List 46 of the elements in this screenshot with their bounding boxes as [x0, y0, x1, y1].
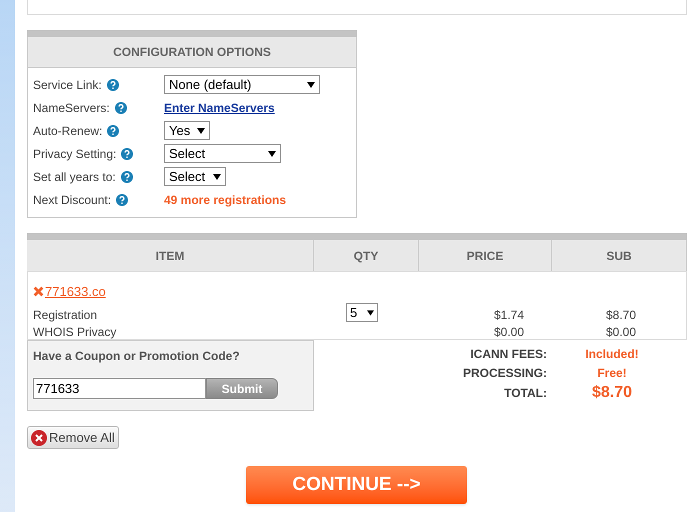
help-icon: [106, 78, 119, 90]
column-header: SUB: [552, 240, 687, 271]
dropdown-arrow-icon: [268, 150, 276, 156]
help-icon: [121, 148, 134, 160]
price-value: $0.00: [492, 324, 524, 341]
help-icon: [107, 124, 120, 136]
price-value: $1.74: [492, 307, 524, 324]
coupon-heading: Have a Coupon or Promotion Code?: [33, 348, 241, 365]
column-header: ITEM: [27, 240, 314, 271]
total-label: ICANN FEES:: [469, 346, 547, 362]
total-label: PROCESSING:: [462, 364, 547, 382]
line-item: Registration: [33, 307, 98, 324]
help-icon: [114, 102, 127, 114]
select-field[interactable]: Yes: [164, 121, 210, 140]
dropdown-arrow-icon: [213, 174, 221, 180]
total-label: TOTAL:: [503, 385, 547, 402]
help-icon: [116, 194, 128, 206]
total-value: Included!: [584, 346, 640, 362]
remove-icon[interactable]: [33, 286, 44, 298]
dropdown-arrow-icon: [367, 310, 374, 316]
total-value: $8.70: [590, 383, 634, 403]
select-field[interactable]: None (default): [164, 75, 320, 94]
delete-icon: [31, 430, 47, 446]
column-header: PRICE: [419, 240, 552, 271]
field-label: Privacy Setting:: [33, 146, 116, 162]
select-field[interactable]: Select: [164, 167, 226, 186]
dropdown-arrow-icon: [307, 82, 315, 88]
dropdown-arrow-icon: [197, 128, 205, 134]
field-label: Set all years to:: [33, 168, 116, 186]
field-label: Auto-Renew:: [33, 122, 102, 140]
subtotal-value: $8.70: [604, 307, 636, 324]
select-field[interactable]: Select: [164, 144, 281, 163]
subtotal-value: $0.00: [604, 324, 636, 341]
nameservers-link[interactable]: Enter NameServers: [164, 98, 275, 116]
help-icon: [120, 170, 133, 182]
field-label: Service Link:: [33, 76, 102, 94]
line-item: WHOIS Privacy: [33, 324, 116, 341]
discount-note: 49 more registrations: [164, 192, 286, 208]
column-header: QTY: [314, 240, 419, 271]
qty-select[interactable]: 5: [346, 303, 378, 322]
total-value: Free!: [596, 364, 628, 382]
field-label: NameServers:: [33, 100, 110, 116]
field-label: Next Discount:: [33, 192, 112, 208]
remove-all-button[interactable]: Remove All: [27, 426, 119, 449]
panel-heading: CONFIGURATION OPTIONS: [28, 37, 356, 68]
coupon-input[interactable]: 771633: [33, 378, 206, 399]
